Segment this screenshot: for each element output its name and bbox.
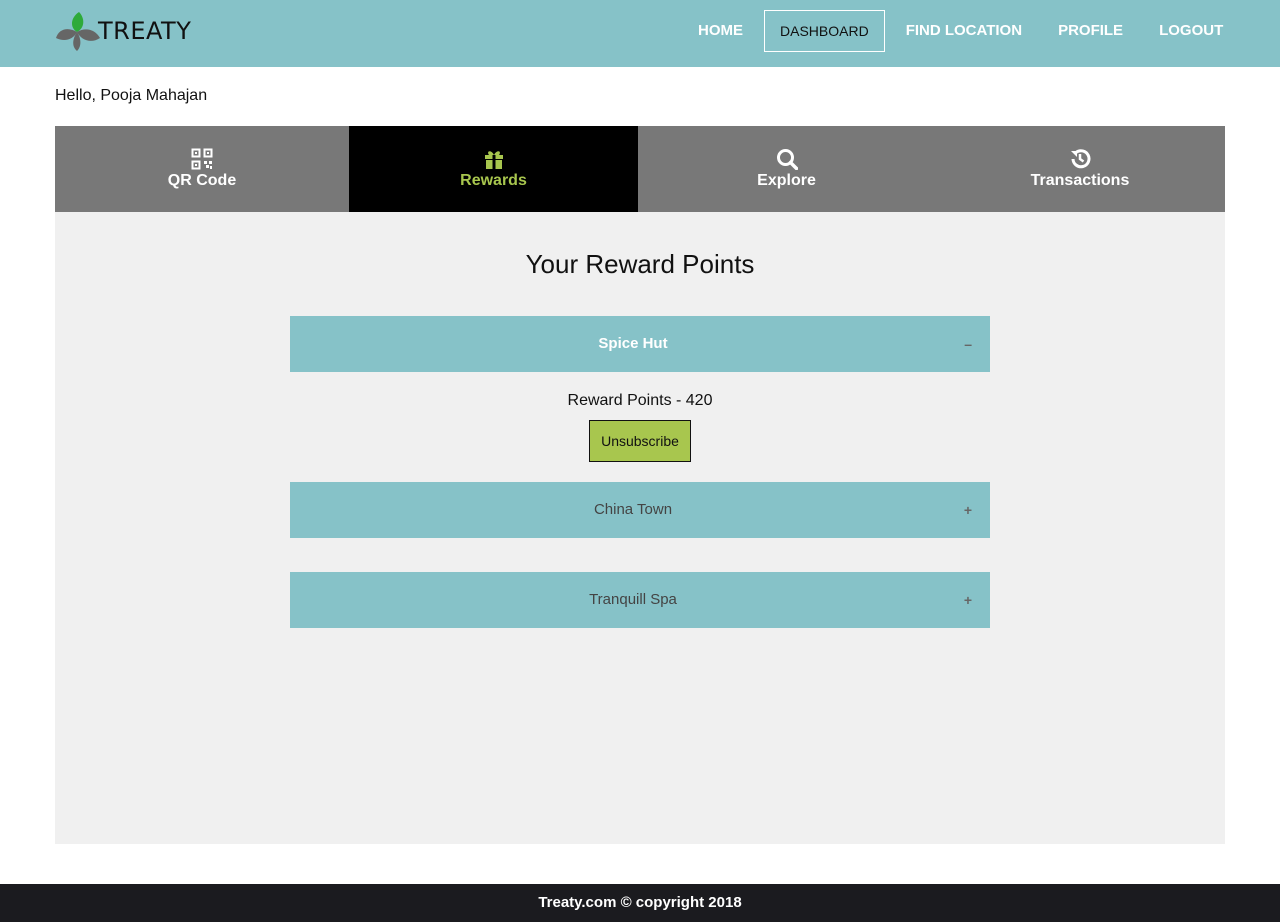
- nav-profile[interactable]: PROFILE: [1040, 10, 1141, 52]
- tab-transactions[interactable]: Transactions: [935, 126, 1225, 212]
- tab-label: Rewards: [460, 172, 527, 189]
- nav-dashboard[interactable]: DASHBOARD: [764, 10, 885, 52]
- tab-explore[interactable]: Explore: [638, 126, 935, 212]
- dashboard-tabs: QR Code Rewards Explore Transactions: [55, 126, 1225, 212]
- unsubscribe-button[interactable]: Unsubscribe: [589, 420, 691, 462]
- search-icon: [776, 149, 798, 170]
- main-nav: HOME DASHBOARD FIND LOCATION PROFILE LOG…: [680, 10, 1241, 52]
- tab-rewards[interactable]: Rewards: [349, 126, 638, 212]
- page-title: Your Reward Points: [525, 249, 755, 279]
- tab-label: QR Code: [167, 172, 237, 189]
- brand-logo[interactable]: TREATY: [55, 10, 191, 52]
- collapse-icon[interactable]: –: [964, 336, 972, 352]
- footer-copyright: Treaty.com © copyright 2018: [0, 884, 1280, 922]
- tab-label: Transactions: [1030, 172, 1130, 189]
- reward-points: Reward Points - 420: [567, 392, 713, 409]
- accordion-tranquill-spa[interactable]: Tranquill Spa +: [290, 572, 990, 628]
- brand-name: TREATY: [98, 17, 192, 45]
- accordion-title: China Town: [593, 501, 673, 518]
- expand-icon[interactable]: +: [964, 502, 972, 518]
- expand-icon[interactable]: +: [964, 592, 972, 608]
- top-navbar: TREATY HOME DASHBOARD FIND LOCATION PROF…: [0, 0, 1280, 67]
- history-icon: [1071, 149, 1091, 169]
- nav-home[interactable]: HOME: [680, 10, 761, 52]
- accordion-title: Tranquill Spa: [589, 591, 677, 608]
- rewards-panel: Your Reward Points Spice Hut – Reward Po…: [55, 212, 1225, 844]
- accordion-body-spice-hut: Reward Points - 420 Unsubscribe: [290, 392, 990, 462]
- tab-label: Explore: [757, 172, 816, 189]
- qr-code-icon: [191, 148, 213, 170]
- nav-find-location[interactable]: FIND LOCATION: [888, 10, 1040, 52]
- accordion-china-town[interactable]: China Town +: [290, 482, 990, 538]
- user-greeting: Hello, Pooja Mahajan: [55, 87, 208, 104]
- leaf-logo-icon: [56, 12, 100, 51]
- accordion-title: Spice Hut: [598, 335, 668, 352]
- gift-icon: [484, 151, 503, 169]
- tab-qr-code[interactable]: QR Code: [55, 126, 349, 212]
- accordion-spice-hut[interactable]: Spice Hut –: [290, 316, 990, 372]
- nav-logout[interactable]: LOGOUT: [1141, 10, 1241, 52]
